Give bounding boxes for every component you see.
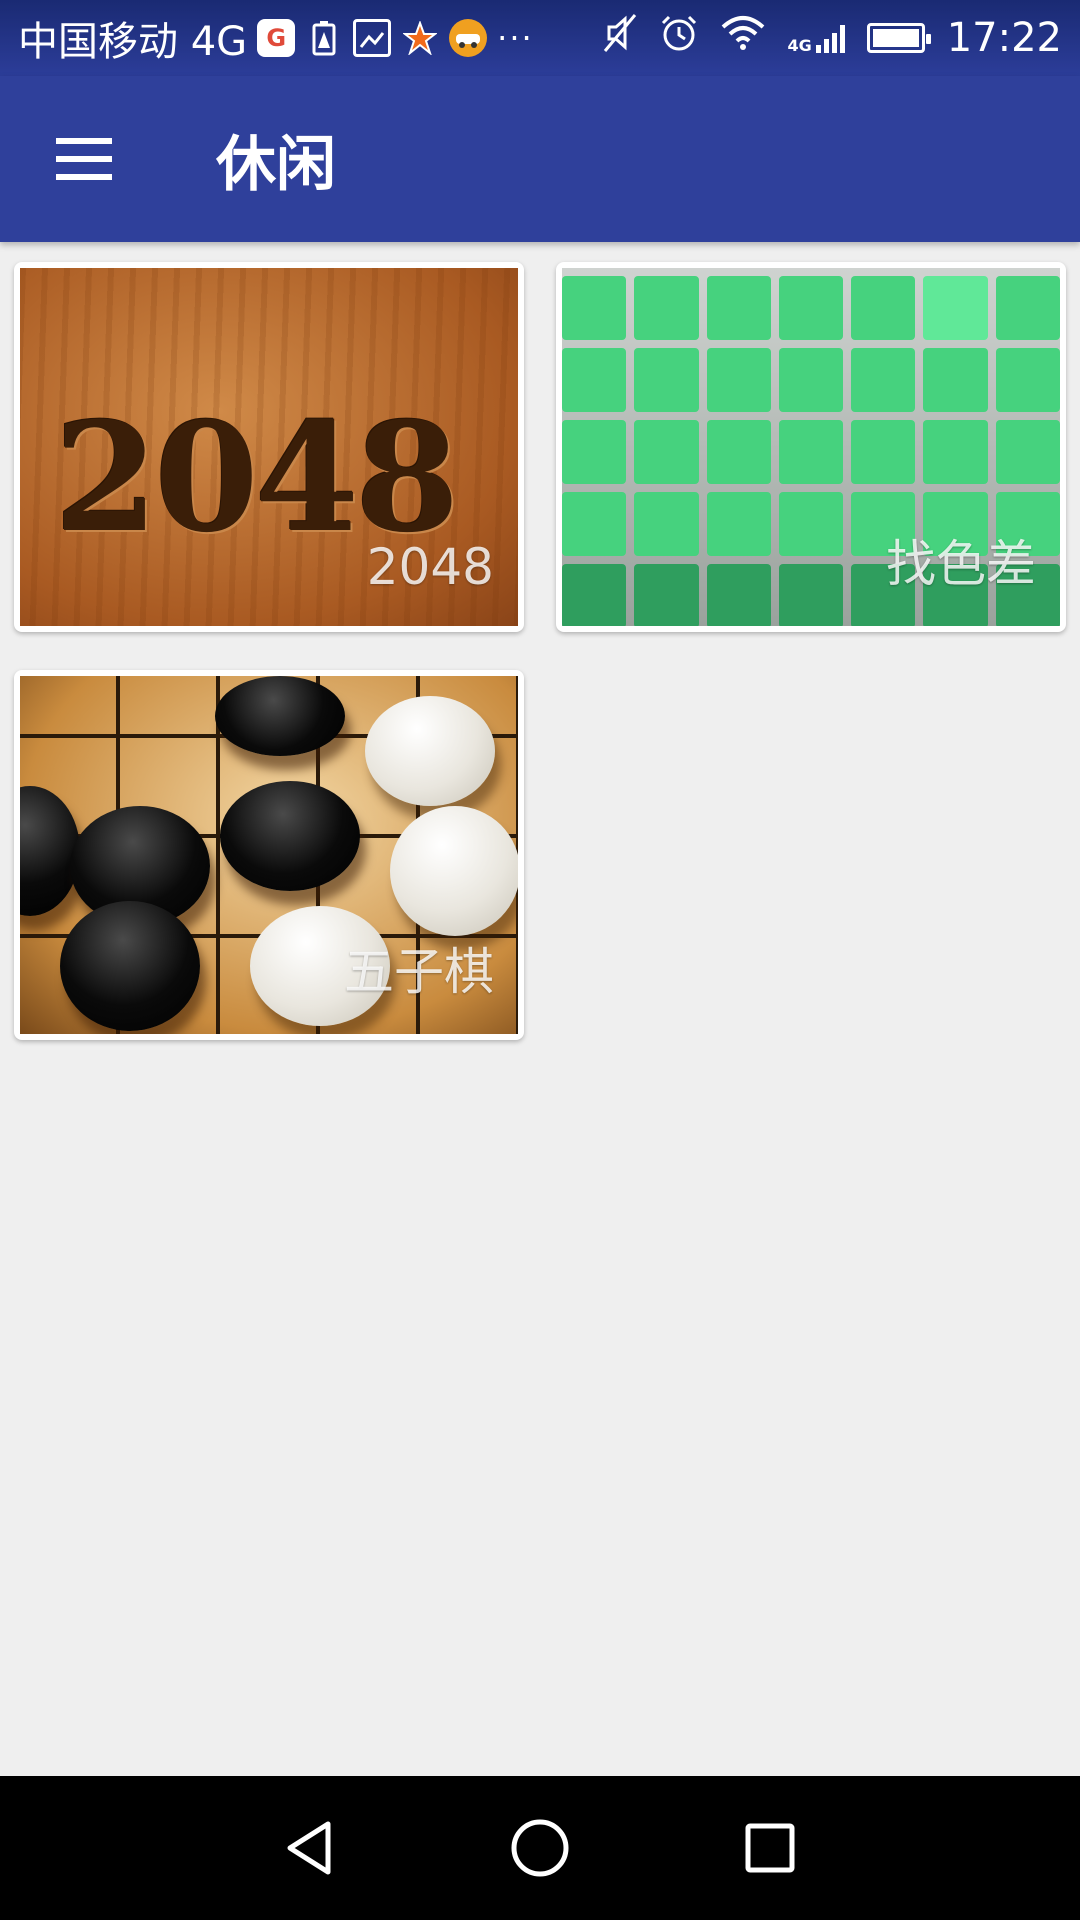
game-card-2048[interactable]: 2048 2048 (14, 262, 524, 632)
home-icon[interactable] (495, 1803, 585, 1893)
game-card-label: 五子棋 (344, 943, 494, 1001)
game-2048-image: 2048 2048 (20, 268, 518, 626)
page-title: 休闲 (216, 129, 336, 200)
game-card-gomoku[interactable]: 五子棋 (14, 670, 524, 1040)
mute-icon (603, 13, 637, 63)
game-card-label: 2048 (366, 538, 494, 596)
game-grid: 2048 2048 找色差 五子棋 (14, 262, 1066, 1040)
wifi-icon (721, 15, 765, 61)
status-right: 4G 17:22 (603, 13, 1062, 63)
battery-alert-icon (305, 19, 343, 57)
alarm-icon (659, 13, 699, 63)
signal-icon: 4G (787, 23, 845, 55)
car-app-icon (449, 19, 488, 57)
status-left: 中国移动 4G G ··· (18, 9, 534, 67)
navigation-bar (0, 1776, 1080, 1920)
status-bar: 中国移动 4G G ··· 4G 17:22 (0, 0, 1080, 76)
hamburger-icon[interactable] (34, 109, 134, 209)
battery-icon (866, 23, 931, 53)
color-diff-image: 找色差 (562, 268, 1060, 626)
network-type-label: 4G (787, 36, 812, 55)
more-dots-icon: ··· (497, 19, 534, 57)
carrier-label: 中国移动 4G (18, 19, 248, 65)
google-icon: G (257, 19, 296, 57)
app-bar: 休闲 (0, 76, 1080, 242)
game-card-color-diff[interactable]: 找色差 (556, 262, 1066, 632)
recents-icon[interactable] (725, 1803, 815, 1893)
gomoku-image: 五子棋 (20, 676, 518, 1034)
back-icon[interactable] (265, 1803, 355, 1893)
star-badge-icon (401, 19, 439, 57)
clock-time: 17:22 (946, 15, 1062, 61)
image-icon (353, 19, 392, 57)
game-card-label: 找色差 (886, 535, 1036, 593)
